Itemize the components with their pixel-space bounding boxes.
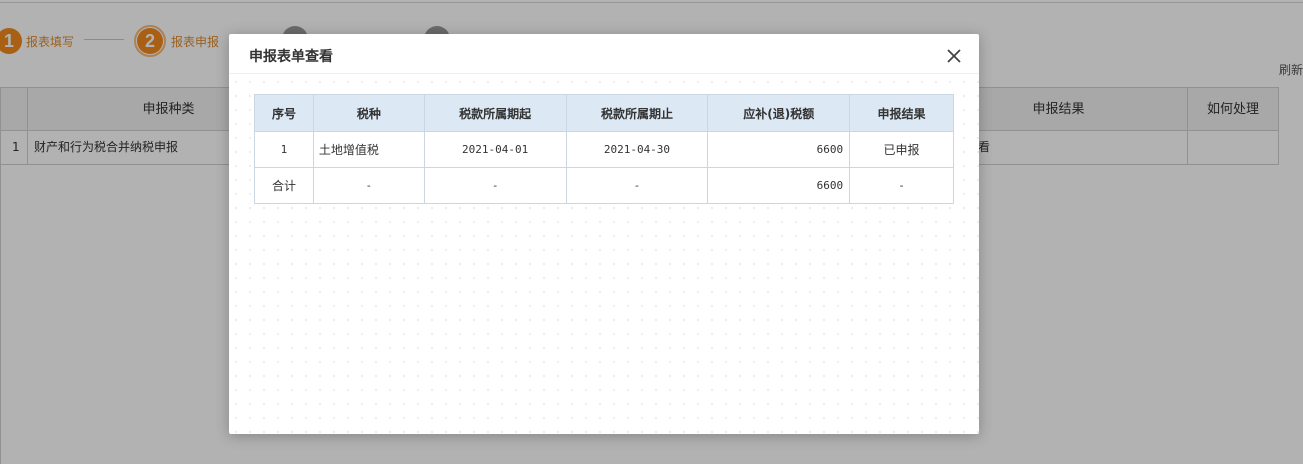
cell-result: 已申报 [849, 131, 954, 168]
table-row: 1 土地增值税 2021-04-01 2021-04-30 6600 已申报 [254, 131, 954, 168]
declaration-view-dialog: 申报表单查看 序号 税种 税款所属期起 税款所属期止 应补(退)税额 申报结果 [229, 34, 979, 434]
dialog-header: 申报表单查看 [229, 34, 979, 74]
declaration-table: 序号 税种 税款所属期起 税款所属期止 应补(退)税额 申报结果 1 土地增值税… [254, 94, 954, 204]
col-header-result: 申报结果 [849, 94, 954, 132]
total-tax-type: - [312, 167, 425, 204]
total-amount: 6600 [707, 167, 851, 204]
total-period-end: - [565, 167, 709, 204]
cell-tax-type: 土地增值税 [312, 131, 425, 168]
cell-period-start: 2021-04-01 [423, 131, 567, 168]
total-row: 合计 - - - 6600 - [254, 167, 954, 204]
col-header-amount: 应补(退)税额 [707, 94, 851, 132]
cell-amount: 6600 [707, 131, 851, 168]
cell-period-end: 2021-04-30 [565, 131, 709, 168]
col-header-period-end: 税款所属期止 [565, 94, 709, 132]
dialog-body: 序号 税种 税款所属期起 税款所属期止 应补(退)税额 申报结果 1 土地增值税… [229, 75, 979, 434]
dialog-title: 申报表单查看 [249, 49, 333, 65]
total-period-start: - [423, 167, 567, 204]
cell-seq: 1 [254, 131, 314, 168]
total-result: - [849, 167, 954, 204]
col-header-tax-type: 税种 [312, 94, 425, 132]
total-label: 合计 [254, 167, 314, 204]
col-header-seq: 序号 [254, 94, 314, 132]
close-icon[interactable] [945, 47, 963, 65]
table-header-row: 序号 税种 税款所属期起 税款所属期止 应补(退)税额 申报结果 [254, 94, 954, 132]
col-header-period-start: 税款所属期起 [423, 94, 567, 132]
